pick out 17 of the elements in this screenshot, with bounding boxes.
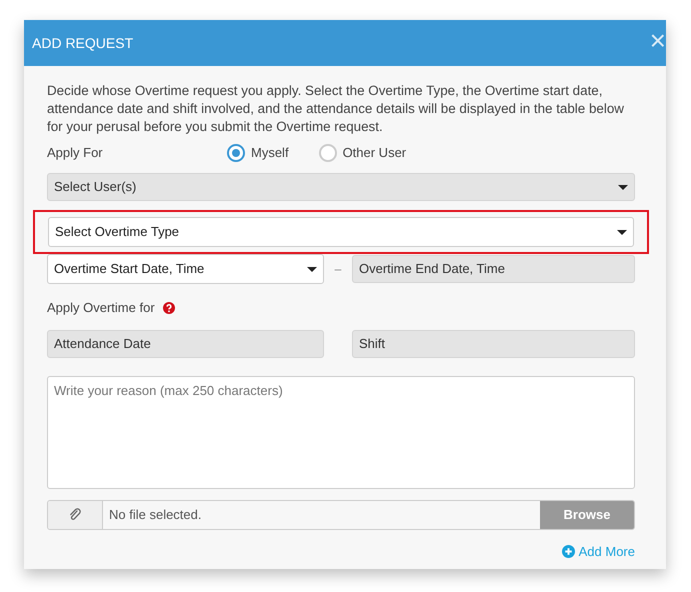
radio-option[interactable]: Other User bbox=[318, 143, 406, 163]
start-date-select[interactable]: Overtime Start Date, Time bbox=[47, 254, 324, 284]
file-upload-field[interactable]: No file selected. Browse bbox=[47, 500, 635, 530]
dialog-title: ADD REQUEST bbox=[32, 34, 134, 53]
caret-icon bbox=[617, 230, 627, 234]
reason-textarea[interactable]: Write your reason (max 250 characters) bbox=[47, 376, 635, 488]
field-label: Apply For bbox=[47, 144, 104, 162]
radio-option[interactable]: Myself bbox=[227, 143, 289, 163]
field-label: Apply Overtime for bbox=[47, 299, 155, 317]
instructions-text: Decide whose Overtime request you apply. Select the Overtime Type, the Overtime start date, attendance date and shift involved, and the attendance details will be displayed in the table below for your perusal before you submit the Overtime request. bbox=[47, 82, 625, 136]
paperclip-icon bbox=[68, 508, 82, 522]
caret-icon bbox=[307, 266, 317, 272]
help-icon[interactable] bbox=[162, 302, 175, 314]
overtime-type-select[interactable]: Select Overtime Type bbox=[48, 217, 634, 247]
plus-circle-icon bbox=[562, 544, 575, 558]
range-separator: – bbox=[334, 261, 342, 278]
caret-icon bbox=[618, 184, 628, 190]
